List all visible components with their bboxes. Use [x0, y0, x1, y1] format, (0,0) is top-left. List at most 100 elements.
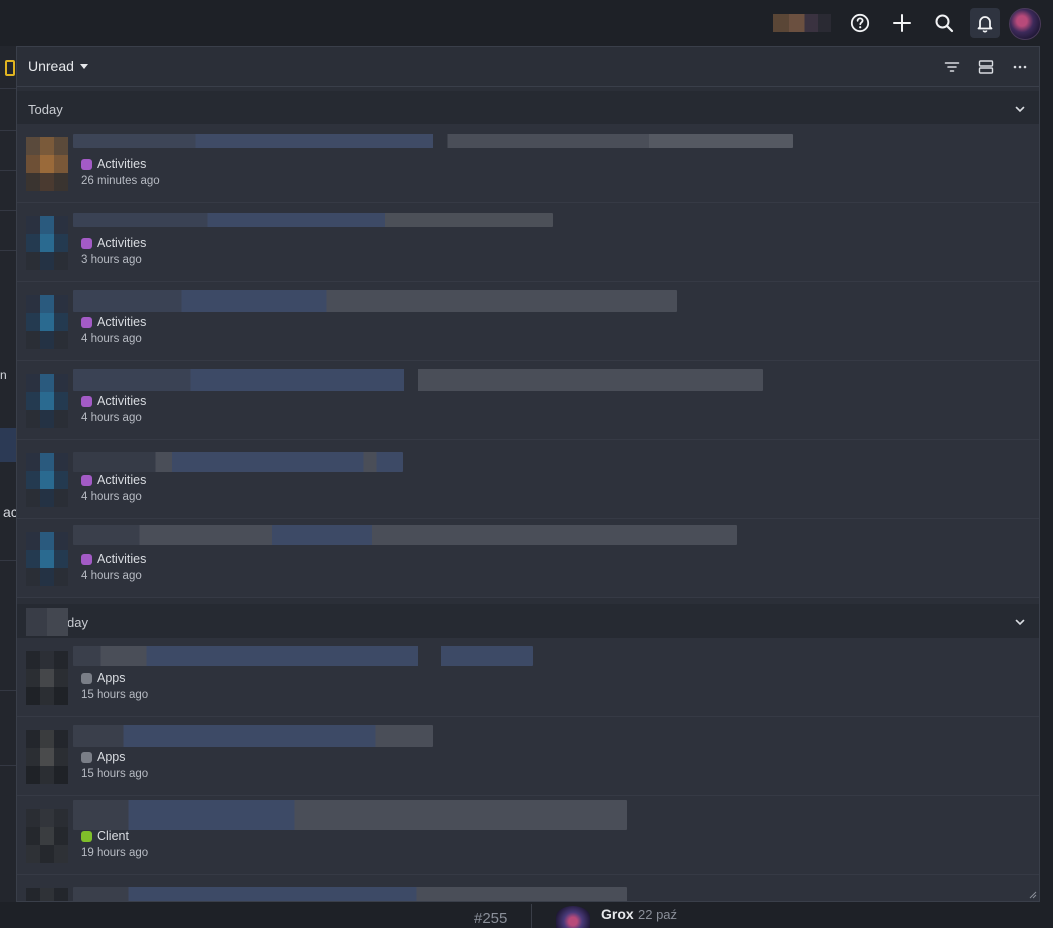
- notification-item[interactable]: Activities 4 hours ago: [17, 440, 1039, 519]
- unread-filter-label: Unread: [28, 58, 74, 74]
- notification-item[interactable]: Apps 15 hours ago: [17, 717, 1039, 796]
- notification-category: Activities: [81, 394, 146, 408]
- bell-icon[interactable]: [970, 8, 1000, 38]
- blurred-workspace-name: [773, 14, 831, 32]
- notification-time: 19 hours ago: [81, 847, 149, 859]
- notification-time: 4 hours ago: [81, 412, 142, 424]
- notification-avatar: [26, 532, 68, 586]
- section-title: Today: [28, 101, 63, 117]
- notification-item[interactable]: Activities 4 hours ago: [17, 361, 1039, 440]
- category-color-dot: [81, 830, 92, 842]
- background-divider: [0, 690, 16, 691]
- notification-item[interactable]: Activities 4 hours ago: [17, 282, 1039, 361]
- notification-avatar: [26, 295, 68, 349]
- notification-item[interactable]: Client 19 hours ago: [17, 796, 1039, 875]
- blurred-notification-title: [73, 290, 677, 312]
- chevron-down-icon[interactable]: [1013, 615, 1027, 629]
- blurred-notification-title: [73, 800, 627, 830]
- chevron-down-icon[interactable]: [1013, 102, 1027, 116]
- blurred-notification-title: [73, 369, 763, 391]
- filter-icon[interactable]: [941, 56, 963, 78]
- top-bar: [0, 0, 1053, 46]
- notification-time: 15 hours ago: [81, 768, 149, 780]
- category-color-dot: [81, 158, 92, 170]
- resize-handle-icon[interactable]: [1027, 889, 1037, 899]
- category-label: Activities: [97, 394, 147, 408]
- background-divider: [0, 210, 16, 211]
- background-divider: [0, 130, 16, 131]
- blurred-notification-title: [73, 646, 533, 666]
- notification-category: Client: [81, 829, 129, 843]
- notification-category: Apps: [81, 671, 126, 685]
- notification-avatar: [26, 374, 68, 428]
- author-name[interactable]: Grox: [601, 906, 634, 922]
- notification-category: Activities: [81, 552, 146, 566]
- panel-header: Unread: [17, 47, 1039, 87]
- notification-avatar: [26, 888, 68, 901]
- notification-item[interactable]: Apps 15 hours ago: [17, 638, 1039, 717]
- unread-filter-dropdown[interactable]: Unread: [28, 58, 88, 74]
- notification-time: 4 hours ago: [81, 491, 142, 503]
- background-divider: [0, 88, 16, 89]
- notification-avatar: [26, 216, 68, 270]
- blurred-notification-title: [73, 725, 433, 747]
- background-yellow-icon: [5, 60, 15, 76]
- background-divider: [0, 560, 16, 561]
- notification-item[interactable]: Activities 26 minutes ago: [17, 124, 1039, 203]
- section-header-yesterday[interactable]: day: [17, 604, 1039, 641]
- category-label: Activities: [97, 473, 147, 487]
- background-bottom-row: [0, 902, 1053, 928]
- layout-icon[interactable]: [975, 56, 997, 78]
- blurred-section-prefix: [26, 608, 68, 636]
- notification-item[interactable]: Activities 4 hours ago: [17, 519, 1039, 598]
- notification-avatar: [26, 809, 68, 863]
- section-header-today[interactable]: Today: [17, 91, 1039, 128]
- background-list-strip: [0, 46, 16, 902]
- author-avatar: [556, 906, 590, 928]
- section-title: day: [67, 614, 88, 630]
- category-color-dot: [81, 672, 92, 684]
- notification-avatar: [26, 730, 68, 784]
- blurred-notification-title: [73, 452, 403, 472]
- more-icon[interactable]: [1009, 56, 1031, 78]
- category-label: Apps: [97, 671, 126, 685]
- notifications-panel: Unread Today Activities 26 minutes ago A…: [16, 46, 1040, 902]
- notification-avatar: [26, 137, 68, 191]
- user-avatar[interactable]: [1009, 8, 1041, 40]
- category-label: Activities: [97, 157, 147, 171]
- blurred-notification-title: [73, 525, 737, 545]
- blurred-notification-title: [73, 134, 793, 148]
- issue-number[interactable]: #255: [474, 910, 507, 927]
- comment-date: 22 paź: [638, 907, 678, 922]
- category-color-dot: [81, 395, 92, 407]
- category-color-dot: [81, 316, 92, 328]
- category-label: Activities: [97, 552, 147, 566]
- background-text-fragment: n: [0, 368, 7, 382]
- background-divider: [0, 765, 16, 766]
- notification-category: Activities: [81, 236, 146, 250]
- help-icon[interactable]: [845, 8, 875, 38]
- notification-time: 15 hours ago: [81, 689, 149, 701]
- category-color-dot: [81, 237, 92, 249]
- notification-time: 26 minutes ago: [81, 175, 160, 187]
- notification-category: Activities: [81, 315, 146, 329]
- plus-icon[interactable]: [887, 8, 917, 38]
- blurred-notification-title: [73, 213, 553, 227]
- background-divider: [0, 170, 16, 171]
- category-color-dot: [81, 474, 92, 486]
- blurred-notification-title: [73, 887, 627, 901]
- notification-category: Activities: [81, 157, 146, 171]
- background-selected-row: [0, 428, 16, 462]
- category-label: Activities: [97, 315, 147, 329]
- category-label: Activities: [97, 236, 147, 250]
- category-color-dot: [81, 751, 92, 763]
- notification-item[interactable]: [17, 875, 1039, 901]
- caret-down-icon: [79, 63, 88, 69]
- notification-time: 4 hours ago: [81, 333, 142, 345]
- notification-item[interactable]: Activities 3 hours ago: [17, 203, 1039, 282]
- search-icon[interactable]: [929, 8, 959, 38]
- notification-category: Activities: [81, 473, 146, 487]
- background-divider: [0, 250, 16, 251]
- notification-category: Apps: [81, 750, 126, 764]
- divider: [531, 904, 532, 928]
